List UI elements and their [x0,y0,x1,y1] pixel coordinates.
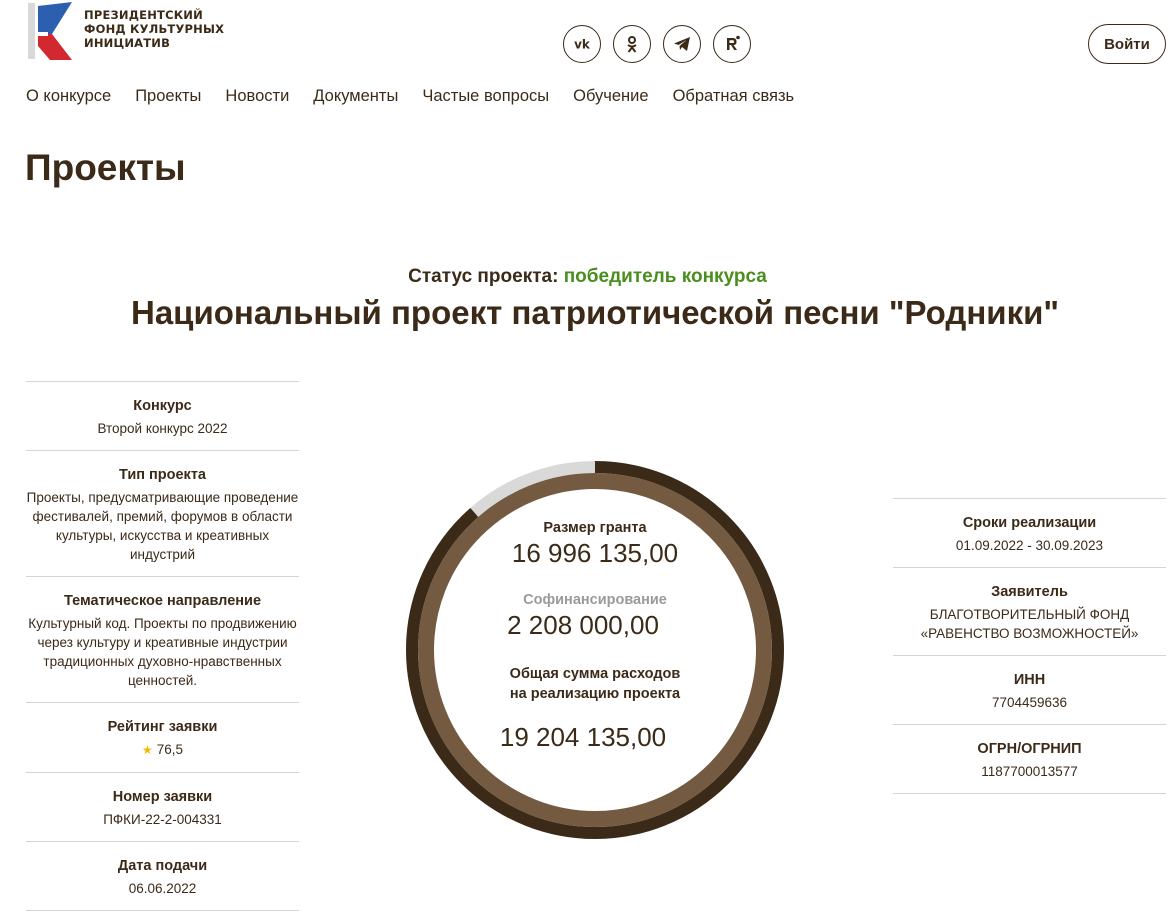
cofinancing-value: 2 208 000,00 [507,610,659,640]
info-value: Проекты, предусматривающие проведение фе… [26,490,299,562]
main-nav: О конкурсе Проекты Новости Документы Час… [26,87,794,106]
nav-item-projects[interactable]: Проекты [135,87,201,106]
telegram-icon[interactable] [663,25,701,63]
info-applicant: Заявитель БЛАГОТВОРИТЕЛЬНЫЙ ФОНД «РАВЕНС… [893,567,1166,655]
info-submission-date: Дата подачи 06.06.2022 [26,841,299,911]
finance-summary: Размер гранта 16 996 135,00 Софинансиров… [395,450,795,850]
nav-item-about[interactable]: О конкурсе [26,87,111,106]
project-info-left: Конкурс Второй конкурс 2022 Тип проекта … [26,381,299,911]
info-thematic-direction: Тематическое направление Культурный код.… [26,576,299,702]
status-label: Статус проекта: [408,266,559,287]
info-application-number: Номер заявки ПФКИ-22-2-004331 [26,772,299,841]
info-value: ПФКИ-22-2-004331 [103,812,222,827]
project-title: Национальный проект патриотической песни… [130,294,1060,331]
social-links: vk [563,25,751,63]
info-label: Дата подачи [117,858,208,874]
info-implementation-period: Сроки реализации 01.09.2022 - 30.09.2023 [893,498,1166,567]
logo-line: ФОНД КУЛЬТУРНЫХ [84,22,225,36]
info-label: Рейтинг заявки [107,719,218,735]
rutube-icon[interactable] [713,25,751,63]
project-info-right: Сроки реализации 01.09.2022 - 30.09.2023… [893,498,1166,794]
info-label: Тематическое направление [63,593,262,609]
grant-label: Размер гранта [543,520,647,536]
logo-line: ПРЕЗИДЕНТСКИЙ [84,8,203,22]
info-rating: Рейтинг заявки ★ 76,5 [26,702,299,772]
cofinancing-label: Софинансирование [523,592,667,608]
info-value: 01.09.2022 - 30.09.2023 [955,538,1104,553]
logo-line: ИНИЦИАТИВ [84,36,171,50]
info-value: БЛАГОТВОРИТЕЛЬНЫЙ ФОНД «РАВЕНСТВО ВОЗМОЖ… [920,607,1139,641]
info-contest: Конкурс Второй конкурс 2022 [26,381,299,450]
info-value: 1187700013577 [981,764,1078,779]
info-label: Тип проекта [119,467,206,483]
status-value: победитель конкурса [563,266,767,287]
project-status: Статус проекта: победитель конкурса [0,266,1175,288]
info-label: Номер заявки [112,789,213,805]
nav-item-feedback[interactable]: Обратная связь [673,87,795,106]
info-label: ОГРН/ОГРНИП [977,741,1082,757]
rating-value: 76,5 [156,742,184,757]
nav-item-documents[interactable]: Документы [313,87,398,106]
info-label: Конкурс [133,398,192,414]
info-inn: ИНН 7704459636 [893,655,1166,724]
nav-item-faq[interactable]: Частые вопросы [422,87,549,106]
total-value: 19 204 135,00 [499,722,667,752]
fund-logo-icon [28,2,72,60]
info-value: 7704459636 [991,695,1068,710]
info-value: 06.06.2022 [128,881,197,896]
info-project-type: Тип проекта Проекты, предусматривающие п… [26,450,299,576]
ok-icon[interactable] [613,25,651,63]
info-label: Заявитель [991,584,1068,600]
fund-logo[interactable]: ПРЕЗИДЕНТСКИЙ ФОНД КУЛЬТУРНЫХ ИНИЦИАТИВ [26,2,236,60]
info-value: Культурный код. Проекты по продвижению ч… [28,616,297,688]
login-button[interactable]: Войти [1088,24,1166,64]
info-ogrn: ОГРН/ОГРНИП 1187700013577 [893,724,1166,794]
info-label: Сроки реализации [962,515,1097,531]
star-icon: ★ [141,743,153,757]
page-title: Проекты [25,147,186,188]
nav-item-news[interactable]: Новости [225,87,289,106]
info-label: ИНН [1013,672,1046,688]
grant-value: 16 996 135,00 [511,538,679,568]
nav-item-education[interactable]: Обучение [573,87,648,106]
vk-icon[interactable]: vk [563,25,601,63]
total-label: Общая сумма расходов на реализацию проек… [509,666,681,702]
info-value: Второй конкурс 2022 [97,421,228,436]
svg-text:vk: vk [574,38,591,52]
